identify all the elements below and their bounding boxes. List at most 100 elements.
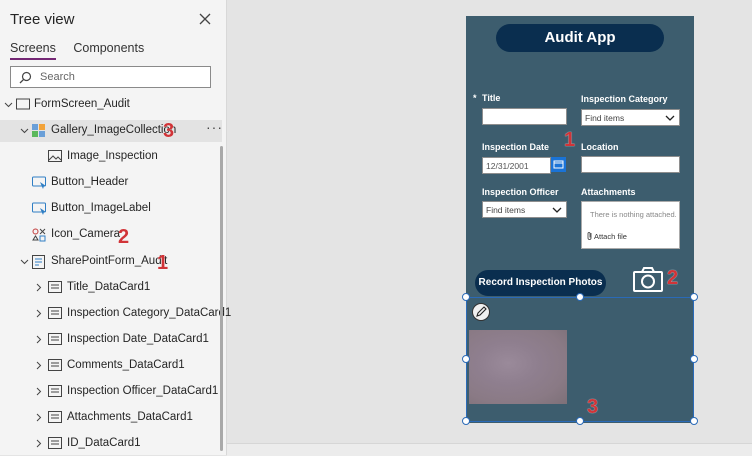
inspection-category-label: Inspection Category: [581, 94, 668, 104]
resize-handle-bottom-left[interactable]: [462, 417, 470, 425]
tree-item-button-imagelabel[interactable]: Button_ImageLabel: [0, 198, 222, 220]
tree-item-inspection-date-datacard1[interactable]: Inspection Date_DataCard1: [0, 329, 222, 351]
camera-icon[interactable]: [633, 267, 663, 293]
tree-item-label: Inspection Category_DataCard1: [67, 307, 232, 319]
tree-item-label: Comments_DataCard1: [67, 359, 185, 371]
search-icon: [19, 71, 32, 84]
tree-item-id-datacard1[interactable]: ID_DataCard1: [0, 433, 222, 455]
tree-item-formscreen-audit[interactable]: FormScreen_Audit: [0, 94, 222, 116]
tree-item-label: Image_Inspection: [67, 150, 158, 162]
tree-item-inspection-officer-datacard1[interactable]: Inspection Officer_DataCard1: [0, 381, 222, 403]
tree-item-icon-camera[interactable]: Icon_Camera: [0, 224, 222, 246]
tree-item-button-header[interactable]: Button_Header: [0, 172, 222, 194]
callout-badge-1: 1: [157, 252, 169, 274]
card-icon: [48, 437, 62, 449]
tab-bar: Screens Components: [10, 41, 158, 60]
tree-item-label: SharePointForm_Audit: [51, 255, 168, 267]
chevron-down-icon[interactable]: [20, 257, 29, 266]
tab-screens[interactable]: Screens: [10, 41, 56, 60]
button-icon: [32, 202, 46, 215]
inspection-officer-label: Inspection Officer: [482, 187, 559, 197]
close-icon[interactable]: [197, 11, 213, 27]
tree-item-image-inspection[interactable]: Image_Inspection: [0, 146, 222, 168]
attachments-label: Attachments: [581, 187, 636, 197]
location-label: Location: [581, 142, 619, 152]
inspection-date-label: Inspection Date: [482, 142, 550, 152]
tree-view-panel: Tree view Screens Components Search Form…: [0, 0, 231, 455]
chevron-down-icon[interactable]: [20, 126, 29, 135]
tree-item-label: Inspection Officer_DataCard1: [67, 385, 219, 397]
resize-handle-top-right[interactable]: [690, 293, 698, 301]
dropdown-value: Find items: [585, 113, 625, 123]
resize-handle-top-left[interactable]: [462, 293, 470, 301]
record-inspection-photos-button[interactable]: Record Inspection Photos: [475, 270, 606, 296]
header-button[interactable]: Audit App: [496, 24, 664, 52]
tree-item-label: Attachments_DataCard1: [67, 411, 193, 423]
inspection-category-dropdown[interactable]: Find items: [581, 109, 680, 126]
chevron-right-icon[interactable]: [34, 439, 43, 448]
image-icon: [48, 150, 62, 162]
search-input[interactable]: Search: [10, 66, 211, 88]
tree-item-attachments-datacard1[interactable]: Attachments_DataCard1: [0, 407, 222, 429]
chevron-right-icon[interactable]: [34, 309, 43, 318]
card-icon: [48, 411, 62, 423]
callout-badge-2: 2: [118, 226, 130, 248]
attachments-empty-text: There is nothing attached.: [590, 210, 677, 219]
panel-title: Tree view: [10, 11, 75, 28]
gallery-icon: [32, 124, 45, 137]
chevron-down-icon: [552, 207, 562, 213]
icon-control-icon: [32, 228, 46, 242]
resize-handle-right[interactable]: [690, 355, 698, 363]
form-icon: [32, 255, 45, 269]
callout-badge-3: 3: [163, 120, 175, 142]
chevron-right-icon[interactable]: [34, 387, 43, 396]
callout-badge-2-camera: 2: [667, 267, 679, 289]
calendar-button[interactable]: [551, 157, 566, 172]
tree-item-title-datacard1[interactable]: Title_DataCard1: [0, 277, 222, 299]
calendar-icon: [553, 160, 564, 169]
inspection-image: [469, 330, 567, 404]
resize-handle-bottom[interactable]: [576, 417, 584, 425]
more-options-icon[interactable]: ···: [206, 119, 223, 135]
attach-file-link[interactable]: Attach file: [594, 232, 627, 241]
tree-item-label: Gallery_ImageCollection: [51, 124, 177, 136]
card-icon: [48, 385, 62, 397]
chevron-right-icon[interactable]: [34, 361, 43, 370]
resize-handle-bottom-right[interactable]: [690, 417, 698, 425]
tree-item-inspection-category-datacard1[interactable]: Inspection Category_DataCard1: [0, 303, 231, 325]
canvas-status-bar: [227, 443, 752, 456]
chevron-right-icon[interactable]: [34, 283, 43, 292]
paperclip-icon: [587, 232, 592, 240]
card-icon: [48, 359, 62, 371]
chevron-down-icon[interactable]: [4, 100, 13, 109]
attachments-box: There is nothing attached. Attach file: [581, 201, 680, 249]
tree-item-label: Title_DataCard1: [67, 281, 151, 293]
tree-item-gallery-imagecollection[interactable]: Gallery_ImageCollection ···: [0, 119, 223, 142]
edit-button[interactable]: [472, 303, 490, 321]
dropdown-value: Find items: [486, 205, 526, 215]
card-icon: [48, 307, 62, 319]
card-icon: [48, 333, 62, 345]
chevron-right-icon[interactable]: [34, 413, 43, 422]
resize-handle-left[interactable]: [462, 355, 470, 363]
tab-components[interactable]: Components: [73, 41, 144, 58]
inspection-officer-dropdown[interactable]: Find items: [482, 201, 567, 218]
button-icon: [32, 176, 46, 189]
tree-item-label: Button_ImageLabel: [51, 202, 151, 214]
tree-item-sharepointform-audit[interactable]: SharePointForm_Audit: [0, 251, 222, 273]
chevron-right-icon[interactable]: [34, 335, 43, 344]
screen-icon: [16, 98, 30, 110]
required-mark: *: [473, 93, 477, 103]
inspection-date-input[interactable]: 12/31/2001: [482, 157, 551, 174]
gallery-image-collection[interactable]: 3: [466, 297, 694, 422]
tree-item-label: Icon_Camera: [51, 228, 121, 240]
tree-item-label: Inspection Date_DataCard1: [67, 333, 209, 345]
title-input[interactable]: [482, 108, 567, 125]
tree-item-label: Button_Header: [51, 176, 129, 188]
card-icon: [48, 281, 62, 293]
tree-scrollbar[interactable]: [220, 146, 223, 451]
tree-item-label: FormScreen_Audit: [34, 98, 130, 110]
location-input[interactable]: [581, 156, 680, 173]
resize-handle-top[interactable]: [576, 293, 584, 301]
tree-item-comments-datacard1[interactable]: Comments_DataCard1: [0, 355, 222, 377]
